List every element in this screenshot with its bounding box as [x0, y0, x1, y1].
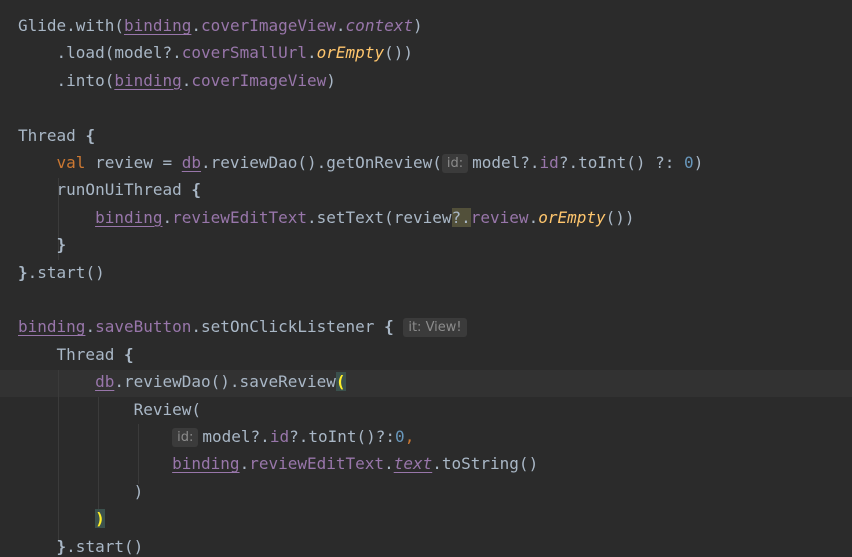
code-token: . [528, 207, 539, 227]
code-token: . [307, 43, 317, 63]
code-line[interactable]: } [18, 231, 67, 258]
code-token: .start() [27, 262, 105, 282]
code-token: ?.toInt() ?: [558, 153, 685, 172]
code-token: . [85, 317, 96, 337]
code-token: 0 [684, 153, 694, 172]
code-token: ) [95, 509, 105, 529]
code-token: orEmpty [316, 43, 385, 63]
code-line[interactable]: }.start() [18, 259, 105, 286]
code-token: ?.toInt()?: [289, 427, 396, 446]
code-token: binding [172, 454, 240, 474]
code-line[interactable]: Review( [18, 396, 201, 423]
code-token: saveButton [95, 317, 192, 337]
code-token: Thread [18, 125, 86, 145]
code-token: .load(model?. [18, 43, 182, 63]
code-line[interactable]: Thread { [18, 341, 134, 368]
code-token: } [18, 262, 28, 282]
code-token: review [470, 207, 529, 227]
code-line[interactable]: }.start() [18, 533, 144, 557]
parameter-hint: id: [441, 154, 469, 173]
code-line[interactable]: runOnUiThread { [18, 176, 202, 203]
code-token: binding [123, 16, 192, 35]
code-line[interactable]: Glide.with(binding.coverImageView.contex… [18, 12, 423, 39]
code-token: runOnUiThread [18, 180, 192, 200]
code-token: ) [18, 481, 144, 501]
code-token: { [123, 344, 134, 364]
code-token: coverImageView [201, 16, 336, 35]
code-token: . [335, 16, 346, 35]
code-token: { [191, 180, 202, 200]
code-token: coverImageView [191, 70, 327, 90]
code-token: Review( [18, 399, 202, 419]
code-token: } [56, 536, 67, 556]
code-token: . [162, 207, 173, 227]
code-line[interactable]: binding.saveButton.setOnClickListener { … [18, 313, 471, 340]
code-token: reviewEditText [172, 207, 307, 227]
code-token: 0 [395, 427, 405, 446]
code-token: binding [95, 207, 163, 227]
code-line[interactable]: val review = db.reviewDao().getOnReview(… [18, 149, 703, 176]
code-line[interactable]: Thread { [18, 122, 95, 149]
code-line[interactable]: binding.reviewEditText.text.toString() [18, 450, 538, 477]
code-token: . [384, 454, 394, 474]
code-line[interactable]: binding.reviewEditText.setText(review?.r… [18, 204, 635, 231]
code-token: ( [335, 372, 346, 392]
code-token: . [191, 16, 202, 35]
code-token: } [56, 235, 67, 255]
code-token: binding [114, 70, 182, 90]
code-token: .into( [18, 70, 115, 90]
code-token: .reviewDao().getOnReview( [201, 153, 442, 172]
code-token: . [181, 70, 192, 90]
code-token: . [239, 454, 250, 474]
code-token: ) [693, 153, 704, 172]
code-token: val [56, 153, 86, 172]
code-token: ()) [605, 207, 635, 227]
code-line[interactable]: ) [18, 478, 144, 505]
code-token: Glide.with( [18, 16, 124, 35]
code-token: .setOnClickListener [191, 317, 385, 337]
code-line[interactable]: .into(binding.coverImageView) [18, 67, 336, 94]
code-token: binding [18, 317, 86, 337]
parameter-hint: id: [172, 428, 199, 447]
code-token: model?. [472, 153, 540, 172]
code-token: context [345, 16, 413, 35]
code-token: ) [326, 70, 336, 90]
code-token: review = [85, 153, 182, 172]
code-token: .start() [66, 536, 144, 556]
code-token: ) [412, 16, 423, 35]
code-editor[interactable]: Glide.with(binding.coverImageView.contex… [0, 0, 852, 557]
code-token: text [393, 454, 433, 474]
code-token: ()) [384, 43, 413, 63]
code-token: coverSmallUrl [181, 43, 307, 63]
code-token: .reviewDao().saveReview [114, 372, 336, 392]
code-token: .toString() [432, 454, 539, 474]
code-line[interactable]: db.reviewDao().saveReview( [18, 368, 346, 395]
code-line[interactable]: .load(model?.coverSmallUrl.orEmpty()) [18, 39, 413, 66]
code-token: orEmpty [538, 207, 606, 227]
code-token: id [269, 427, 290, 446]
code-token: id [539, 153, 559, 172]
code-token: ?. [451, 207, 471, 227]
code-token: model?. [202, 427, 270, 446]
parameter-hint: it: View! [403, 318, 467, 338]
code-token: reviewEditText [249, 454, 385, 474]
code-token: .setText(review [307, 207, 452, 227]
code-token: db [95, 372, 115, 392]
code-token: db [181, 153, 202, 172]
code-token: Thread [18, 344, 124, 364]
code-token: { [85, 125, 96, 145]
code-token: { [384, 317, 394, 337]
code-line[interactable]: id: model?.id?.toInt()?:0, [18, 423, 414, 450]
code-line[interactable]: ) [18, 505, 105, 532]
code-token: , [404, 427, 415, 446]
